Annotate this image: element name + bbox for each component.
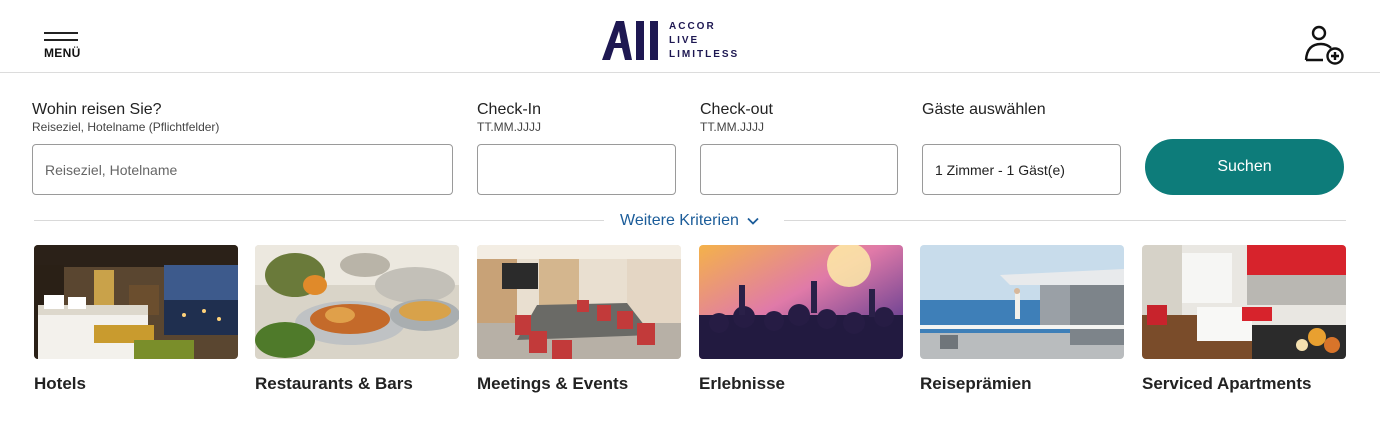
destination-input[interactable]: Reiseziel, Hotelname [32, 144, 453, 195]
chevron-down-icon [747, 217, 759, 225]
accor-logo[interactable]: ACCOR LIVE LIMITLESS [600, 18, 737, 62]
category-label: Restaurants & Bars [255, 374, 413, 393]
category-card-rewards[interactable]: Reiseprämien [920, 245, 1124, 393]
meeting-room-image [477, 245, 681, 359]
user-plus-icon[interactable] [1303, 24, 1347, 68]
category-card-experiences[interactable]: Erlebnisse [699, 245, 903, 393]
destination-label: Wohin reisen Sie? [32, 101, 162, 118]
checkout-format-hint: TT.MM.JJJJ [700, 120, 764, 134]
apartment-image [1142, 245, 1346, 359]
category-card-restaurants[interactable]: Restaurants & Bars [255, 245, 459, 393]
checkout-date-input[interactable] [700, 144, 898, 195]
logo-tagline: ACCOR LIVE LIMITLESS [669, 20, 739, 62]
guests-label: Gäste auswählen [922, 101, 1046, 118]
category-label: Reiseprämien [920, 374, 1032, 393]
divider-right [784, 220, 1346, 221]
category-card-hotels[interactable]: Hotels [34, 245, 238, 393]
category-label: Meetings & Events [477, 374, 629, 393]
hotel-room-image [34, 245, 238, 359]
category-label: Erlebnisse [699, 374, 785, 393]
category-label: Hotels [34, 374, 86, 393]
checkout-label: Check-out [700, 101, 773, 118]
menu-button[interactable]: MENÜ [44, 32, 80, 60]
concert-crowd-image [699, 245, 903, 359]
guests-selector[interactable]: 1 Zimmer - 1 Gäst(e) [922, 144, 1121, 195]
site-header: MENÜ ACCOR LIVE LIMITLESS [0, 0, 1380, 73]
checkin-format-hint: TT.MM.JJJJ [477, 120, 541, 134]
buffet-image [255, 245, 459, 359]
checkin-date-input[interactable] [477, 144, 676, 195]
search-button[interactable]: Suchen [1145, 139, 1344, 195]
menu-label: MENÜ [44, 46, 81, 60]
divider-left [34, 220, 604, 221]
category-label: Serviced Apartments [1142, 374, 1312, 393]
hamburger-icon-bar [44, 39, 78, 41]
more-criteria-label: Weitere Kriterien [620, 212, 739, 229]
destination-sublabel: Reiseziel, Hotelname (Pflichtfelder) [32, 120, 220, 134]
all-logo-mark [602, 21, 658, 60]
logo-line: LIMITLESS [669, 49, 740, 60]
hamburger-icon [44, 32, 78, 34]
checkin-label: Check-In [477, 101, 542, 118]
seaside-terrace-image [920, 245, 1124, 359]
category-card-meetings[interactable]: Meetings & Events [477, 245, 681, 393]
category-card-apartments[interactable]: Serviced Apartments [1142, 245, 1346, 393]
more-criteria-toggle[interactable]: Weitere Kriterien [620, 210, 759, 232]
logo-line: LIVE [669, 35, 700, 46]
logo-line: ACCOR [669, 21, 716, 32]
